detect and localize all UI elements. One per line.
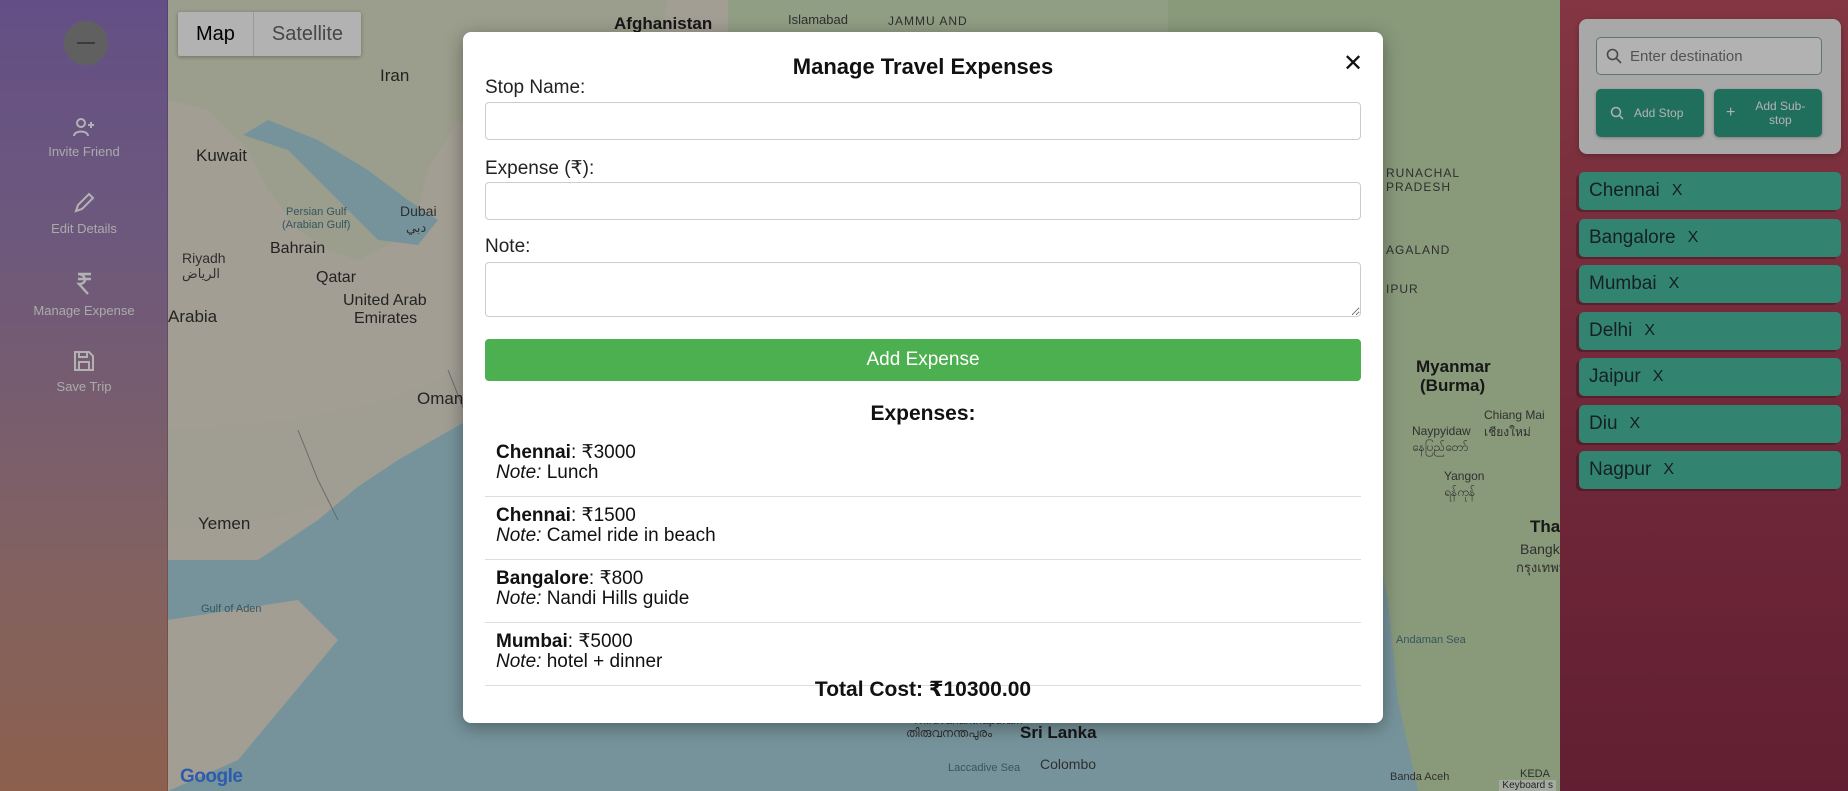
stop-name-label: Stop Name: [485,77,586,98]
expense-note: Camel ride in beach [541,525,716,546]
stop-name-input[interactable] [485,102,1361,140]
note-textarea[interactable] [485,262,1361,317]
expense-stop: Mumbai [496,631,568,652]
total-cost: Total Cost: ₹10300.00 [814,678,1032,701]
expense-input[interactable] [485,182,1361,220]
expense-stop: Chennai [496,442,571,463]
note-label: Note: [485,236,531,257]
expense-label: Expense (₹): [485,158,595,179]
expense-item: Chennai: ₹1500 Note: Camel ride in beach [485,497,1361,560]
expense-amount: : ₹800 [588,568,644,589]
expense-amount: : ₹5000 [567,631,633,652]
expense-modal: Manage Travel Expenses ✕ Stop Name: Expe… [463,32,1383,723]
expenses-heading: Expenses: [870,402,976,425]
expense-note-prefix: Note: [496,651,542,672]
expense-note: Lunch [541,462,599,483]
expense-note: Nandi Hills guide [541,588,690,609]
expense-item: Bangalore: ₹800 Note: Nandi Hills guide [485,560,1361,623]
expense-item: Chennai: ₹3000 Note: Lunch [485,434,1361,497]
add-expense-button[interactable]: Add Expense [485,339,1361,381]
expense-stop: Bangalore [496,568,589,589]
expense-stop: Chennai [496,505,571,526]
expense-note-prefix: Note: [496,462,542,483]
expense-note-prefix: Note: [496,588,542,609]
expense-list: Chennai: ₹3000 Note: Lunch Chennai: ₹150… [485,434,1361,686]
expense-amount: : ₹3000 [570,442,636,463]
expense-note-prefix: Note: [496,525,542,546]
expense-note: hotel + dinner [541,651,663,672]
expense-amount: : ₹1500 [570,505,636,526]
close-icon[interactable]: ✕ [1343,49,1363,78]
modal-title: Manage Travel Expenses [792,54,1054,79]
